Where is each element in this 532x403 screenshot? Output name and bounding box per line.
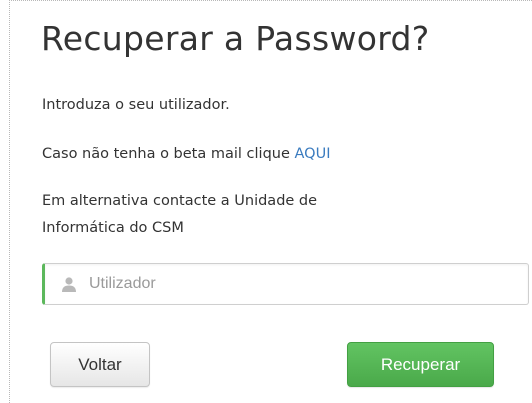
alternative-contact-line-2: Informática do CSM	[42, 220, 184, 236]
page-title: Recuperar a Password?	[41, 19, 430, 58]
aqui-link[interactable]: AQUI	[295, 146, 331, 162]
beta-mail-label: Caso não tenha o beta mail clique	[42, 146, 295, 162]
alternative-contact-line-1: Em alternativa contacte a Unidade de	[42, 193, 318, 209]
username-input[interactable]	[89, 270, 509, 298]
beta-mail-text: Caso não tenha o beta mail clique AQUI	[42, 141, 330, 167]
back-button[interactable]: Voltar	[50, 342, 150, 387]
recover-password-panel: Recuperar a Password? Introduza o seu ut…	[9, 0, 532, 403]
recover-button[interactable]: Recuperar	[347, 342, 494, 387]
intro-text: Introduza o seu utilizador.	[42, 97, 230, 113]
username-field[interactable]	[42, 263, 529, 305]
user-icon	[62, 277, 76, 292]
